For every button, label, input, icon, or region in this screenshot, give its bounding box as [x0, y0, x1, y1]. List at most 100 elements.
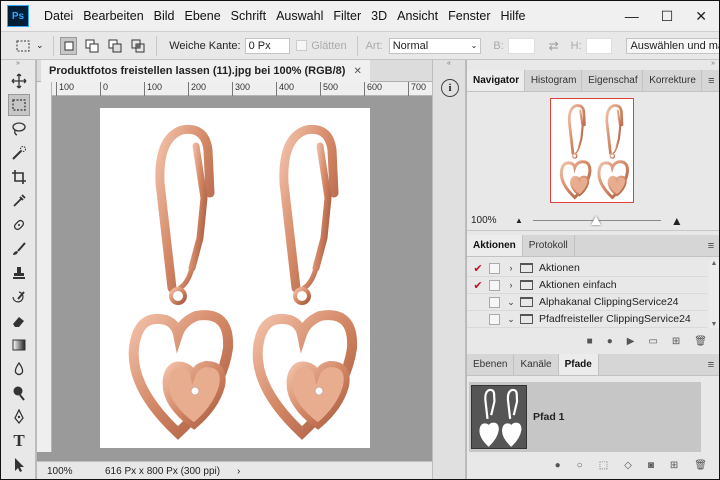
marquee-preset-icon[interactable] — [15, 37, 32, 55]
chevron-down-icon[interactable]: ⌄ — [36, 40, 44, 51]
menu-ansicht[interactable]: Ansicht — [392, 9, 443, 23]
path-row[interactable]: Pfad 1 — [469, 382, 701, 452]
chevron-right-icon[interactable]: › — [506, 263, 516, 273]
load-selection-icon[interactable]: ⬚ — [599, 460, 608, 471]
menu-bild[interactable]: Bild — [149, 9, 180, 23]
tab-properties[interactable]: Eigenschaf — [582, 70, 644, 91]
menu-fenster[interactable]: Fenster — [443, 9, 495, 23]
scroll-down-icon[interactable]: ▼ — [709, 321, 719, 328]
list-item[interactable]: ✔ › Aktionen einfach — [467, 277, 707, 294]
new-action-icon[interactable]: ⊞ — [672, 336, 680, 347]
tab-actions[interactable]: Aktionen — [467, 235, 523, 256]
panel-menu-icon[interactable]: ≡ — [701, 354, 719, 375]
close-icon[interactable]: ✕ — [353, 66, 361, 77]
path-name[interactable]: Pfad 1 — [533, 411, 565, 423]
zoom-out-icon[interactable]: ▲ — [515, 216, 523, 225]
zoom-slider-thumb[interactable] — [590, 215, 601, 225]
checkmark-icon[interactable]: ✔ — [471, 279, 485, 292]
play-icon[interactable]: ▶ — [627, 336, 635, 347]
add-selection-icon[interactable] — [83, 37, 100, 55]
menu-filter[interactable]: Filter — [328, 9, 366, 23]
panel-collapse-icon[interactable]: » — [467, 60, 719, 68]
zoom-slider[interactable] — [532, 215, 661, 226]
blur-tool-icon[interactable] — [8, 358, 30, 380]
chevron-right-icon[interactable]: › — [506, 280, 516, 290]
healing-brush-tool-icon[interactable] — [8, 214, 30, 236]
canvas-area[interactable] — [52, 97, 432, 461]
select-and-mask-button[interactable]: Auswählen und mask — [626, 37, 719, 54]
feather-input[interactable]: 0 Px — [244, 37, 291, 54]
actions-scrollbar[interactable]: ▲ ▼ — [709, 260, 719, 328]
move-tool-icon[interactable] — [8, 70, 30, 92]
delete-icon[interactable]: 🗑 — [694, 336, 707, 347]
subtract-selection-icon[interactable] — [106, 37, 123, 55]
panel-collapse-icon[interactable]: « — [433, 60, 465, 68]
dodge-tool-icon[interactable] — [8, 382, 30, 404]
swap-icon[interactable]: ⇄ — [549, 39, 559, 53]
tab-adjustments[interactable]: Korrekture — [643, 70, 702, 91]
fill-path-icon[interactable]: ● — [555, 460, 561, 471]
list-item[interactable]: ⌄ Pfadfreisteller ClippingService24 — [467, 311, 707, 328]
zoom-in-icon[interactable]: ▲ — [671, 214, 683, 228]
info-icon[interactable]: i — [441, 79, 459, 97]
tab-paths[interactable]: Pfade — [558, 354, 599, 375]
style-select[interactable]: Normal ⌄ — [388, 37, 482, 54]
tab-channels[interactable]: Kanäle — [514, 354, 559, 375]
scroll-up-icon[interactable]: ▲ — [709, 260, 719, 267]
pen-tool-icon[interactable] — [8, 406, 30, 428]
antialias-checkbox[interactable] — [296, 40, 308, 51]
navigator-zoom-value[interactable]: 100% — [467, 215, 515, 226]
panel-menu-icon[interactable]: ≡ — [702, 70, 719, 91]
gradient-tool-icon[interactable] — [8, 334, 30, 356]
new-path-icon[interactable]: ⊞ — [670, 460, 678, 471]
record-icon[interactable]: ● — [607, 336, 613, 347]
crop-tool-icon[interactable] — [8, 166, 30, 188]
dialog-toggle[interactable] — [489, 313, 500, 325]
status-menu-icon[interactable]: › — [237, 466, 240, 477]
menu-3d[interactable]: 3D — [366, 9, 392, 23]
rect-marquee-tool-icon[interactable] — [8, 94, 30, 116]
delete-icon[interactable]: 🗑 — [694, 460, 707, 471]
tab-history[interactable]: Protokoll — [523, 235, 575, 256]
eraser-tool-icon[interactable] — [8, 310, 30, 332]
history-brush-tool-icon[interactable] — [8, 286, 30, 308]
panel-menu-icon[interactable]: ≡ — [701, 235, 719, 256]
minimize-button[interactable]: — — [625, 8, 639, 25]
new-set-icon[interactable]: ▭ — [648, 336, 657, 347]
tab-layers[interactable]: Ebenen — [467, 354, 515, 375]
menu-datei[interactable]: Datei — [39, 9, 78, 23]
menu-ebene[interactable]: Ebene — [180, 9, 226, 23]
type-tool-icon[interactable]: T — [8, 430, 30, 452]
checkmark-icon[interactable]: ✔ — [471, 262, 485, 275]
close-button[interactable]: ✕ — [695, 8, 707, 25]
make-path-icon[interactable]: ◇ — [624, 460, 632, 471]
menu-auswahl[interactable]: Auswahl — [271, 9, 328, 23]
menu-schrift[interactable]: Schrift — [226, 9, 271, 23]
brush-tool-icon[interactable] — [8, 238, 30, 260]
menu-hilfe[interactable]: Hilfe — [496, 9, 531, 23]
add-mask-icon[interactable]: ◙ — [648, 460, 654, 471]
eyedropper-tool-icon[interactable] — [8, 190, 30, 212]
quick-select-tool-icon[interactable] — [8, 142, 30, 164]
clone-stamp-tool-icon[interactable] — [8, 262, 30, 284]
chevron-down-icon[interactable]: ⌄ — [506, 297, 516, 308]
tab-navigator[interactable]: Navigator — [467, 70, 525, 91]
document-tab[interactable]: Produktfotos freistellen lassen (11).jpg… — [41, 60, 370, 82]
chevron-down-icon[interactable]: ⌄ — [506, 314, 516, 325]
height-input[interactable] — [585, 37, 613, 54]
dialog-toggle[interactable] — [489, 296, 500, 308]
zoom-level[interactable]: 100% — [37, 466, 83, 477]
stop-icon[interactable]: ■ — [587, 336, 593, 347]
maximize-button[interactable]: ☐ — [661, 8, 674, 25]
navigator-thumbnail[interactable] — [550, 98, 634, 203]
intersect-selection-icon[interactable] — [129, 37, 146, 55]
list-item[interactable]: ✔ › Aktionen — [467, 260, 707, 277]
width-input[interactable] — [507, 37, 535, 54]
dialog-toggle[interactable] — [489, 279, 500, 291]
stroke-path-icon[interactable]: ○ — [577, 460, 583, 471]
dialog-toggle[interactable] — [489, 262, 500, 274]
document-canvas[interactable] — [100, 108, 370, 448]
new-selection-icon[interactable] — [60, 36, 78, 55]
lasso-tool-icon[interactable] — [8, 118, 30, 140]
menu-bearbeiten[interactable]: Bearbeiten — [78, 9, 148, 23]
